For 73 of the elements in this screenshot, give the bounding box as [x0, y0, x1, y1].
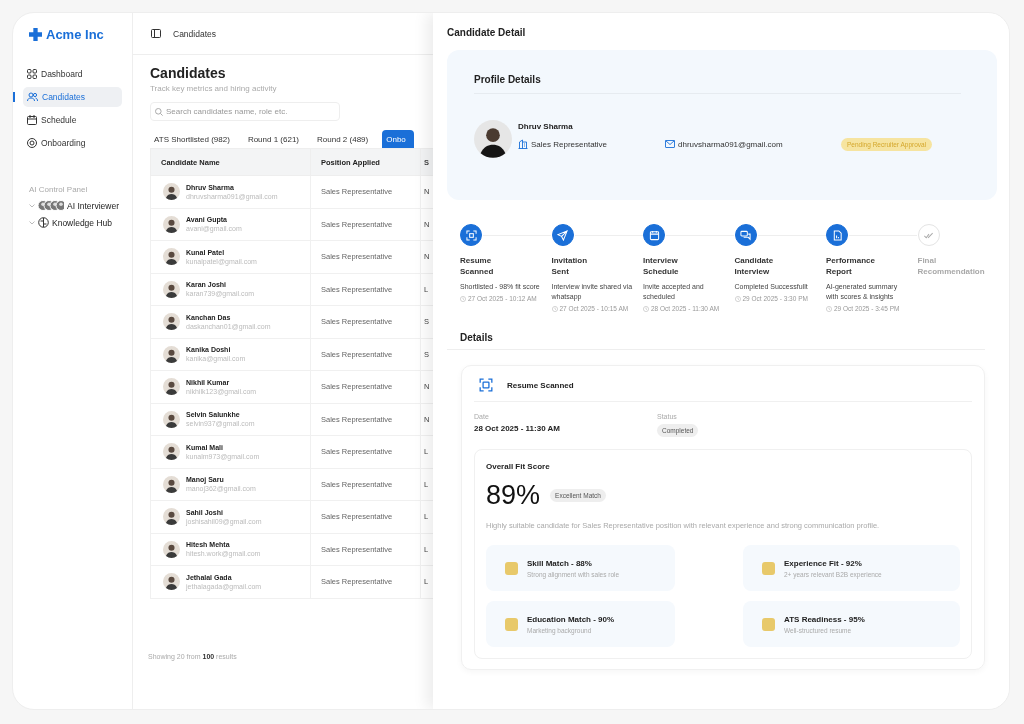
tab[interactable]: ATS Shortlisted (982)	[150, 130, 234, 148]
avatar-icon	[163, 475, 180, 493]
avatar-icon	[163, 443, 180, 461]
avatar-icon	[474, 120, 512, 158]
avatar-group-icon	[38, 200, 64, 211]
calendar-icon	[27, 115, 37, 125]
avatar-icon	[163, 508, 180, 526]
avatar-icon	[163, 345, 180, 363]
fit-score-title: Overall Fit Score	[486, 462, 551, 471]
details-heading: Details	[447, 332, 985, 350]
clock-icon	[643, 305, 649, 312]
tab[interactable]: Round 1 (621)	[243, 130, 304, 148]
sidebar-group[interactable]: AI Interviewer	[67, 200, 119, 211]
avatar-icon	[163, 280, 180, 298]
step-title: Performance Report	[826, 255, 875, 277]
avatar-icon	[163, 313, 180, 331]
sidebar-group[interactable]: Knowledge Hub	[52, 217, 112, 228]
section-title: AI Control Panel	[28, 185, 89, 194]
sidebar-toggle-icon[interactable]	[151, 29, 161, 38]
metric-icon	[762, 617, 775, 631]
sidebar-item[interactable]: Dashboard	[23, 64, 122, 84]
page-title: Candidates	[150, 65, 226, 81]
date-value: 28 Oct 2025 - 11:30 AM	[474, 424, 560, 433]
page-subtitle: Track key metrics and hiring activity	[150, 84, 277, 93]
card-title: Resume Scanned	[507, 380, 574, 390]
profile-heading: Profile Details	[474, 74, 961, 94]
step-title: Candidate Interview	[734, 255, 774, 277]
avatar-icon	[163, 215, 180, 233]
sidebar-item[interactable]: Onboarding	[23, 133, 122, 153]
candidate-role: Sales Representative	[531, 139, 608, 149]
sidebar-item[interactable]: Candidates	[23, 87, 122, 107]
sidebar-item[interactable]: Schedule	[23, 110, 122, 130]
tab[interactable]: Round 2 (489)	[313, 130, 373, 148]
metric-icon	[505, 561, 518, 575]
grid-icon	[27, 69, 37, 79]
metric-title: ATS Readiness - 95%	[784, 614, 865, 624]
target-icon	[27, 138, 37, 148]
brand-name: Acme Inc	[46, 27, 104, 42]
step-title: Invitation Sent	[551, 255, 588, 277]
clock-icon	[460, 295, 466, 302]
avatar-icon	[163, 248, 180, 266]
globe-icon	[38, 217, 49, 228]
metric-title: Experience Fit - 92%	[784, 558, 863, 568]
panel-title: Candidate Detail	[447, 27, 527, 40]
clock-icon	[734, 295, 741, 302]
fit-score: 89%	[486, 480, 541, 511]
building-icon	[518, 139, 528, 149]
avatar-icon	[163, 540, 180, 558]
metric-icon	[762, 561, 775, 575]
plus-logo-icon	[29, 28, 42, 41]
clock-icon	[826, 305, 832, 312]
clock-icon	[551, 305, 558, 312]
chevron-down-icon[interactable]	[29, 203, 35, 208]
metric-title: Skill Match - 88%	[527, 558, 593, 568]
mail-icon	[665, 140, 675, 148]
search-icon	[155, 107, 163, 116]
avatar-icon	[163, 573, 180, 591]
step-title: Resume Scanned	[460, 255, 494, 277]
people-icon	[27, 92, 38, 102]
avatar-icon	[163, 410, 180, 428]
search-field[interactable]: Search candidates name, role etc.	[150, 102, 340, 121]
step-title: Interview Schedule	[643, 255, 679, 277]
scan-icon	[479, 378, 493, 392]
tab[interactable]: Onbo	[382, 130, 414, 148]
candidate-name: Dhruv Sharma	[518, 121, 574, 131]
chevron-down-icon[interactable]	[29, 220, 35, 225]
step-title: Final Recommendation	[917, 255, 985, 277]
metric-title: Education Match - 90%	[527, 614, 615, 624]
metric-icon	[505, 617, 518, 631]
avatar-icon	[163, 378, 180, 396]
avatar-icon	[163, 183, 180, 201]
candidate-email: dhruvsharma091@gmail.com	[678, 139, 783, 149]
breadcrumb: Candidates	[173, 28, 216, 39]
